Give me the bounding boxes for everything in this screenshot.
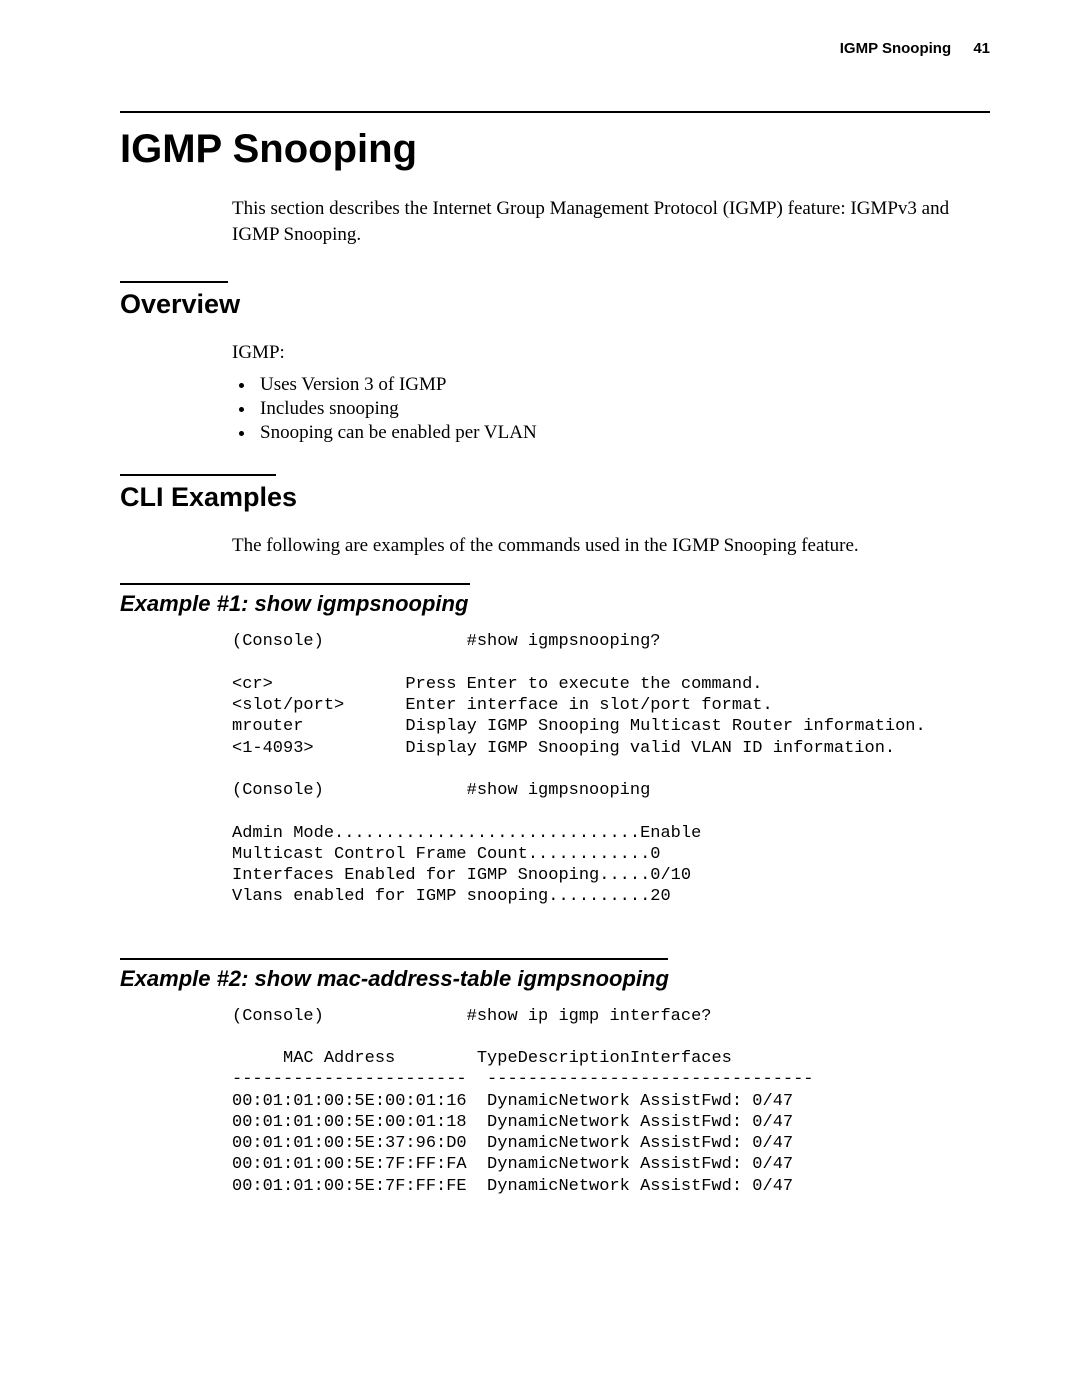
example2-section: Example #2: show mac-address-table igmps… <box>120 958 990 1197</box>
section-rule <box>120 958 668 960</box>
example2-code: (Console) #show ip igmp interface? MAC A… <box>232 1006 990 1197</box>
list-item: Uses Version 3 of IGMP <box>256 374 990 396</box>
overview-bullets: Uses Version 3 of IGMP Includes snooping… <box>232 374 990 444</box>
page: IGMP Snooping 41 IGMP Snooping This sect… <box>0 0 1080 1257</box>
section-rule <box>120 474 276 476</box>
chapter-intro: This section describes the Internet Grou… <box>232 196 990 247</box>
example1-section: Example #1: show igmpsnooping (Console) … <box>120 583 990 907</box>
chapter-title: IGMP Snooping <box>120 111 990 172</box>
running-header: IGMP Snooping 41 <box>120 40 990 57</box>
list-item: Includes snooping <box>256 398 990 420</box>
overview-section: Overview <box>120 281 990 320</box>
list-item: Snooping can be enabled per VLAN <box>256 422 990 444</box>
example1-code: (Console) #show igmpsnooping? <cr> Press… <box>232 631 990 907</box>
overview-heading: Overview <box>120 289 990 320</box>
page-number: 41 <box>973 40 990 57</box>
running-head-text: IGMP Snooping <box>840 40 951 57</box>
cli-section: CLI Examples <box>120 474 990 513</box>
overview-lead: IGMP: <box>232 342 990 364</box>
example1-heading: Example #1: show igmpsnooping <box>120 591 990 617</box>
cli-intro: The following are examples of the comman… <box>232 535 990 557</box>
cli-heading: CLI Examples <box>120 482 990 513</box>
section-rule <box>120 281 228 283</box>
section-rule <box>120 583 470 585</box>
example2-heading: Example #2: show mac-address-table igmps… <box>120 966 990 992</box>
